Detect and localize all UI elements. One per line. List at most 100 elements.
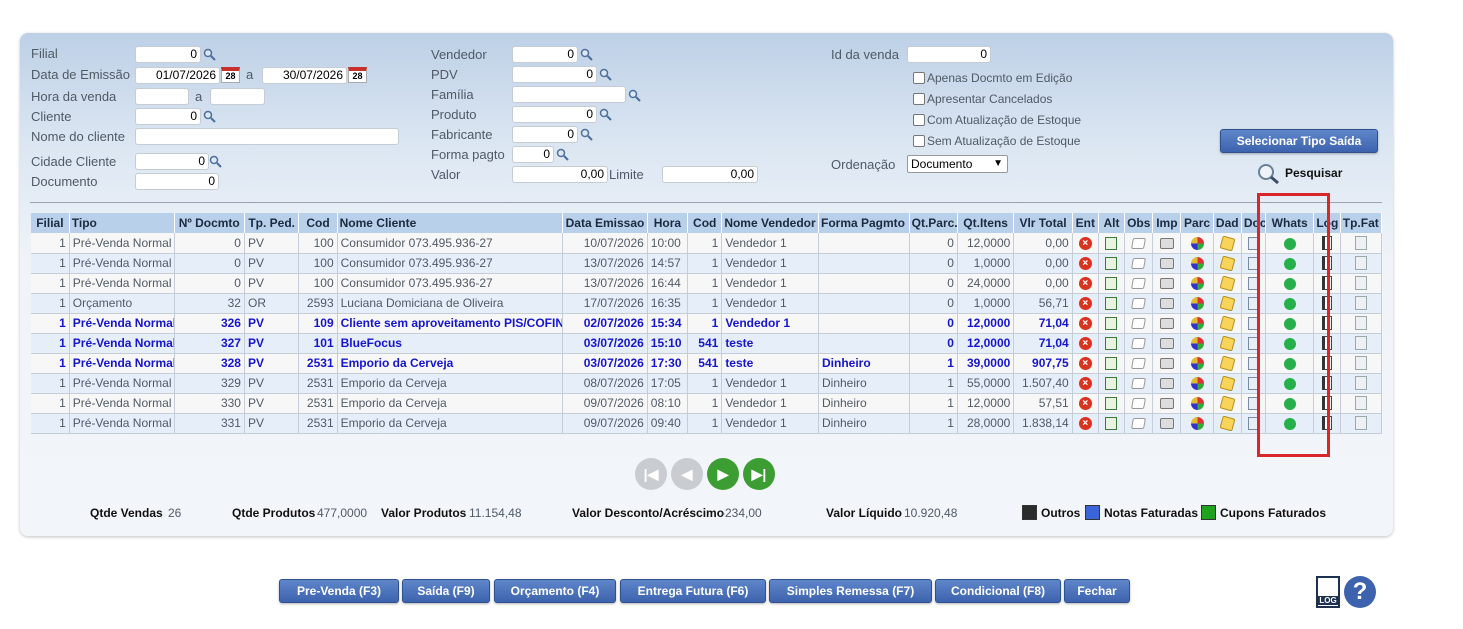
- column-header[interactable]: Data Emissao: [562, 213, 648, 233]
- id-venda-input[interactable]: 0: [907, 46, 991, 63]
- notes-icon[interactable]: [1131, 358, 1147, 370]
- notes-icon[interactable]: [1131, 318, 1147, 330]
- familia-search-icon[interactable]: [628, 89, 641, 102]
- pencil-icon[interactable]: [1219, 235, 1236, 252]
- column-header[interactable]: Forma Pagmto: [818, 213, 910, 233]
- notes-icon[interactable]: [1131, 398, 1147, 410]
- orcamento-button[interactable]: Orçamento (F4): [494, 579, 616, 603]
- column-header[interactable]: Tp.Fat: [1340, 213, 1383, 233]
- table-row[interactable]: 1 Pré-Venda Normal 330 PV 2531 Emporio da Cer…: [31, 393, 1383, 414]
- print-icon[interactable]: [1159, 238, 1174, 250]
- notes-icon[interactable]: [1131, 258, 1147, 270]
- chk-cancelados[interactable]: Apresentar Cancelados: [913, 92, 1052, 106]
- column-header[interactable]: Imp: [1152, 213, 1182, 233]
- hora-inicio-input[interactable]: [135, 88, 189, 105]
- print-icon[interactable]: [1159, 318, 1174, 330]
- table-row[interactable]: 1 Orçamento 32 OR 2593 Luciana Domiciana de O…: [31, 293, 1383, 314]
- installments-icon[interactable]: [1190, 357, 1204, 371]
- invoice-type-icon[interactable]: [1354, 376, 1367, 391]
- help-icon[interactable]: ?: [1344, 576, 1376, 608]
- pencil-icon[interactable]: [1219, 415, 1236, 432]
- edit-icon[interactable]: [1105, 357, 1118, 371]
- invoice-type-icon[interactable]: [1354, 316, 1367, 331]
- installments-icon[interactable]: [1190, 397, 1204, 411]
- checkbox[interactable]: [913, 72, 925, 84]
- cancel-icon[interactable]: ×: [1078, 357, 1092, 371]
- notes-icon[interactable]: [1131, 378, 1147, 390]
- installments-icon[interactable]: [1190, 236, 1204, 250]
- checkbox[interactable]: [913, 93, 925, 105]
- print-icon[interactable]: [1159, 358, 1174, 370]
- pre-venda-button[interactable]: Pre-Venda (F3): [279, 579, 399, 603]
- cancel-icon[interactable]: ×: [1078, 297, 1092, 311]
- edit-icon[interactable]: [1105, 337, 1118, 351]
- cancel-icon[interactable]: ×: [1078, 377, 1092, 391]
- notes-icon[interactable]: [1131, 418, 1147, 430]
- pencil-icon[interactable]: [1219, 315, 1236, 332]
- pencil-icon[interactable]: [1219, 375, 1236, 392]
- chk-sem-estoque[interactable]: Sem Atualização de Estoque: [913, 134, 1080, 148]
- cidade-search-icon[interactable]: [209, 155, 222, 168]
- filial-search-icon[interactable]: [203, 48, 216, 61]
- cancel-icon[interactable]: ×: [1078, 317, 1092, 331]
- edit-icon[interactable]: [1105, 236, 1118, 250]
- installments-icon[interactable]: [1190, 377, 1204, 391]
- entrega-futura-button[interactable]: Entrega Futura (F6): [620, 579, 766, 603]
- produto-search-icon[interactable]: [599, 108, 612, 121]
- invoice-type-icon[interactable]: [1354, 416, 1367, 431]
- installments-icon[interactable]: [1190, 337, 1204, 351]
- condicional-button[interactable]: Condicional (F8): [935, 579, 1061, 603]
- print-icon[interactable]: [1159, 258, 1174, 270]
- notes-icon[interactable]: [1131, 338, 1147, 350]
- pencil-icon[interactable]: [1219, 275, 1236, 292]
- cancel-icon[interactable]: ×: [1078, 277, 1092, 291]
- column-header[interactable]: Ent: [1072, 213, 1099, 233]
- familia-input[interactable]: [512, 86, 626, 103]
- edit-icon[interactable]: [1105, 257, 1118, 271]
- prev-page-button[interactable]: ◀: [671, 458, 703, 490]
- nome-cliente-input[interactable]: [135, 128, 399, 145]
- column-header[interactable]: Parc: [1180, 213, 1214, 233]
- first-page-button[interactable]: |◀: [635, 458, 667, 490]
- notes-icon[interactable]: [1131, 278, 1147, 290]
- ordenacao-select[interactable]: Documento ▼: [907, 155, 1008, 173]
- edit-icon[interactable]: [1105, 377, 1118, 391]
- forma-pagto-input[interactable]: 0: [512, 146, 554, 163]
- fechar-button[interactable]: Fechar: [1064, 579, 1130, 603]
- column-header[interactable]: Qt.Itens: [957, 213, 1015, 233]
- installments-icon[interactable]: [1190, 317, 1204, 331]
- installments-icon[interactable]: [1190, 257, 1204, 271]
- filial-input[interactable]: 0: [135, 46, 201, 63]
- pencil-icon[interactable]: [1219, 355, 1236, 372]
- notes-icon[interactable]: [1131, 238, 1147, 250]
- valor-input[interactable]: 0,00: [512, 166, 608, 183]
- column-header[interactable]: Tp. Ped.: [244, 213, 300, 233]
- table-row[interactable]: 1 Pré-Venda Normal 331 PV 2531 Emporio da Cer…: [31, 413, 1383, 434]
- edit-icon[interactable]: [1105, 277, 1118, 291]
- simples-remessa-button[interactable]: Simples Remessa (F7): [769, 579, 932, 603]
- pdv-search-icon[interactable]: [599, 68, 612, 81]
- edit-icon[interactable]: [1105, 317, 1118, 331]
- forma-pagto-search-icon[interactable]: [556, 148, 569, 161]
- invoice-type-icon[interactable]: [1354, 236, 1367, 251]
- column-header[interactable]: Nome Cliente: [337, 213, 564, 233]
- print-icon[interactable]: [1159, 298, 1174, 310]
- column-header[interactable]: Nº Docmto: [174, 213, 245, 233]
- print-icon[interactable]: [1159, 378, 1174, 390]
- invoice-type-icon[interactable]: [1354, 296, 1367, 311]
- produto-input[interactable]: 0: [512, 106, 597, 123]
- calendar-icon[interactable]: 28: [221, 67, 240, 83]
- column-header[interactable]: Alt: [1098, 213, 1126, 233]
- checkbox[interactable]: [913, 135, 925, 147]
- data-inicio-input[interactable]: 01/07/2026: [135, 67, 220, 84]
- selecionar-tipo-saida-button[interactable]: Selecionar Tipo Saída: [1220, 129, 1378, 153]
- cancel-icon[interactable]: ×: [1078, 257, 1092, 271]
- notes-icon[interactable]: [1131, 298, 1147, 310]
- data-fim-input[interactable]: 30/07/2026: [262, 67, 347, 84]
- column-header[interactable]: Vlr Total: [1013, 213, 1073, 233]
- cancel-icon[interactable]: ×: [1078, 417, 1092, 431]
- print-icon[interactable]: [1159, 418, 1174, 430]
- column-header[interactable]: Qt.Parc.: [909, 213, 958, 233]
- edit-icon[interactable]: [1105, 417, 1118, 431]
- invoice-type-icon[interactable]: [1354, 336, 1367, 351]
